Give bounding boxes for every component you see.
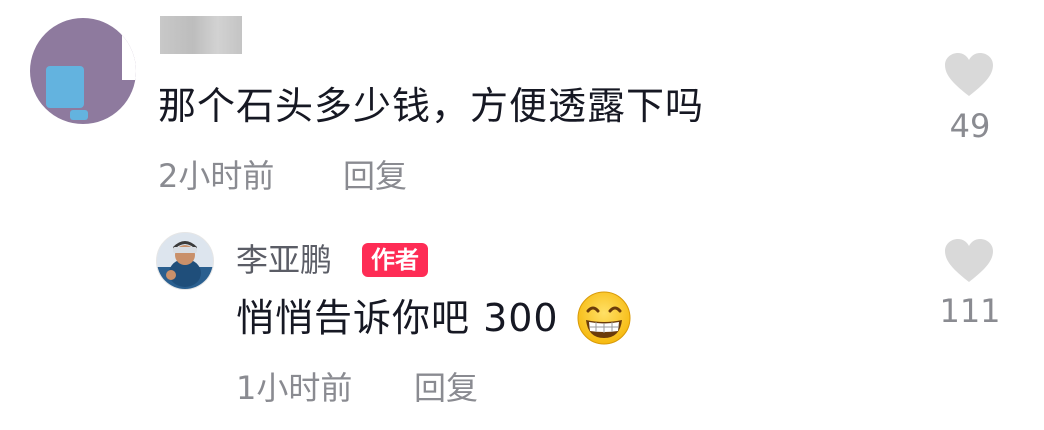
commenter-avatar[interactable] — [30, 18, 136, 124]
reply-text: 悄悄告诉你吧 300 — [236, 296, 559, 340]
comment-timestamp: 2小时前 — [158, 157, 275, 195]
author-name[interactable]: 李亚鹏 — [236, 238, 332, 282]
author-avatar-image — [157, 233, 213, 289]
avatar-mask — [122, 22, 136, 80]
author-badge: 作者 — [362, 243, 428, 277]
reply-timestamp: 1小时前 — [236, 369, 353, 407]
commenter-name-redacted — [160, 16, 242, 54]
avatar-shape — [70, 110, 88, 120]
comment-reply-button[interactable]: 回复 — [343, 154, 407, 198]
author-avatar[interactable] — [156, 232, 214, 290]
like-heart-icon[interactable] — [943, 52, 995, 98]
comment-text: 那个石头多少钱，方便透露下吗 — [158, 84, 705, 128]
reply-like-count: 111 — [939, 292, 1001, 330]
avatar-shape — [46, 66, 84, 108]
reply-reply-button[interactable]: 回复 — [414, 366, 478, 410]
comment-like-count: 49 — [949, 107, 991, 145]
grinning-face-emoji-icon — [577, 291, 631, 345]
like-heart-icon[interactable] — [943, 238, 995, 284]
